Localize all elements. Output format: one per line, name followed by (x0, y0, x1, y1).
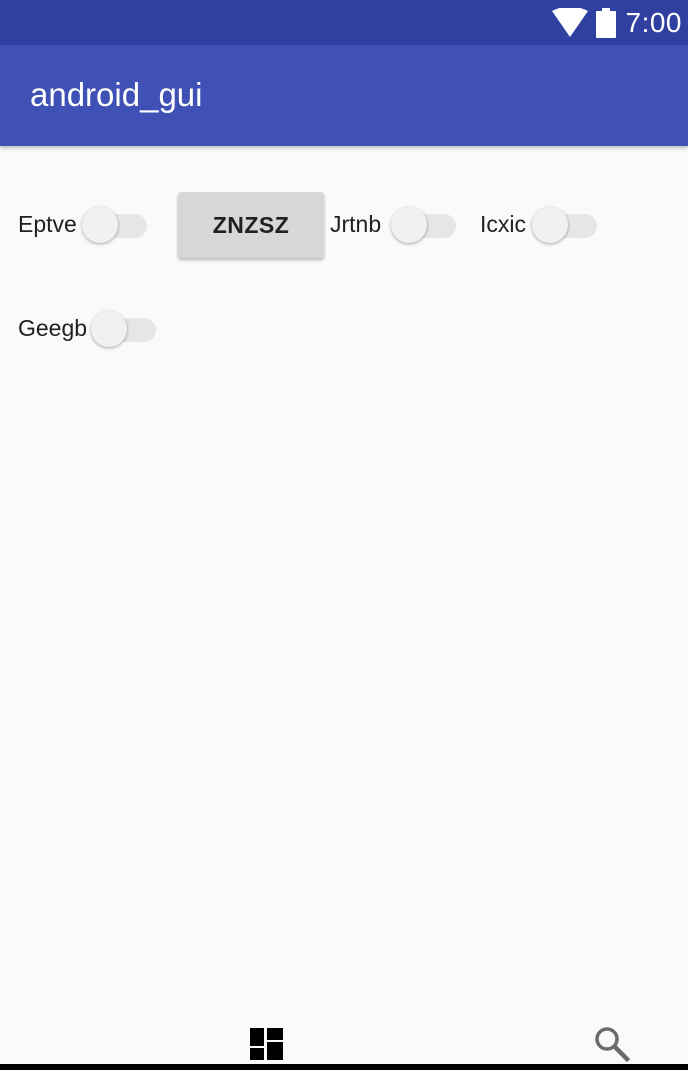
status-time: 7:00 (625, 7, 682, 38)
switch-thumb (391, 207, 427, 243)
bottom-edge (0, 1064, 688, 1070)
switch-geegb[interactable] (91, 305, 157, 347)
switch-thumb (532, 207, 568, 243)
switch-label-jrtnb: Jrtnb (330, 211, 382, 237)
screen: 7:00 android_gui Eptve ZNZSZ Jrtnb Icxic… (0, 0, 688, 1070)
znzsz-button[interactable]: ZNZSZ (178, 192, 324, 258)
switch-label-geegb: Geegb (18, 315, 88, 341)
wifi-icon (551, 7, 588, 37)
battery-icon (595, 7, 616, 38)
switch-label-icxic: Icxic (480, 211, 526, 237)
switch-thumb (91, 311, 127, 347)
app-title: android_gui (30, 76, 203, 113)
switch-eptve[interactable] (82, 201, 148, 243)
switch-icxic[interactable] (532, 201, 598, 243)
status-bar: 7:00 (0, 0, 688, 45)
app-bar: android_gui (0, 45, 688, 146)
dashboard-icon[interactable] (250, 1028, 283, 1060)
switch-jrtnb[interactable] (391, 201, 457, 243)
switch-thumb (82, 207, 118, 243)
switch-label-eptve: Eptve (18, 211, 77, 237)
status-icons: 7:00 (551, 0, 683, 45)
search-icon[interactable] (594, 1026, 630, 1062)
